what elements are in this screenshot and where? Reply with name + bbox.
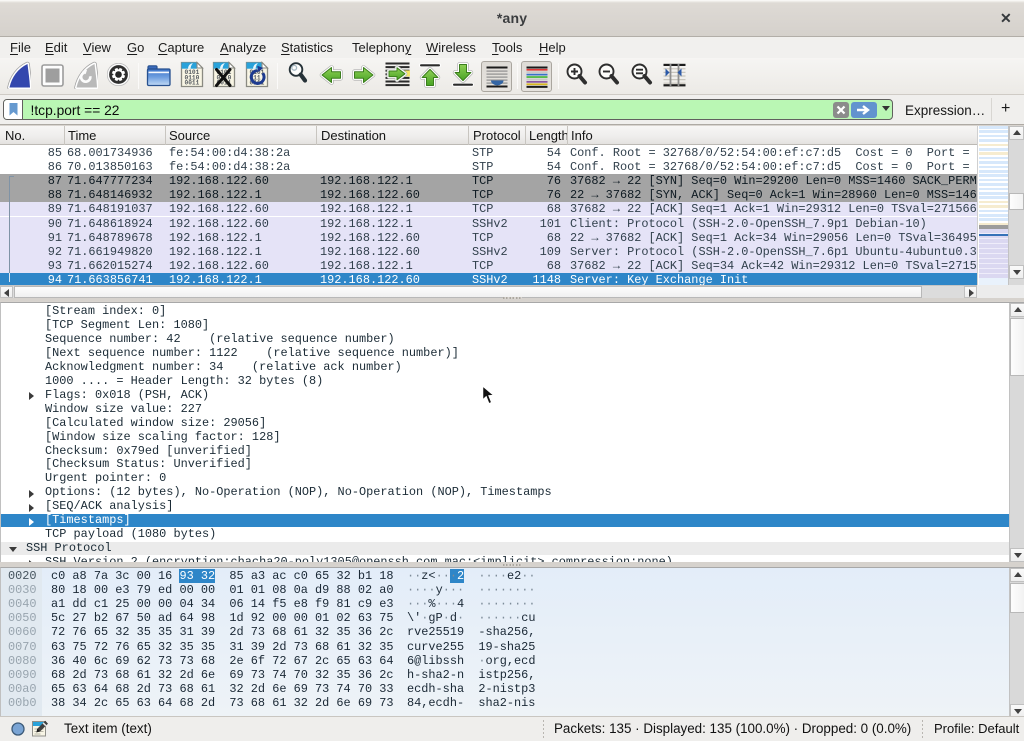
svg-text:0011: 0011 <box>185 80 200 87</box>
